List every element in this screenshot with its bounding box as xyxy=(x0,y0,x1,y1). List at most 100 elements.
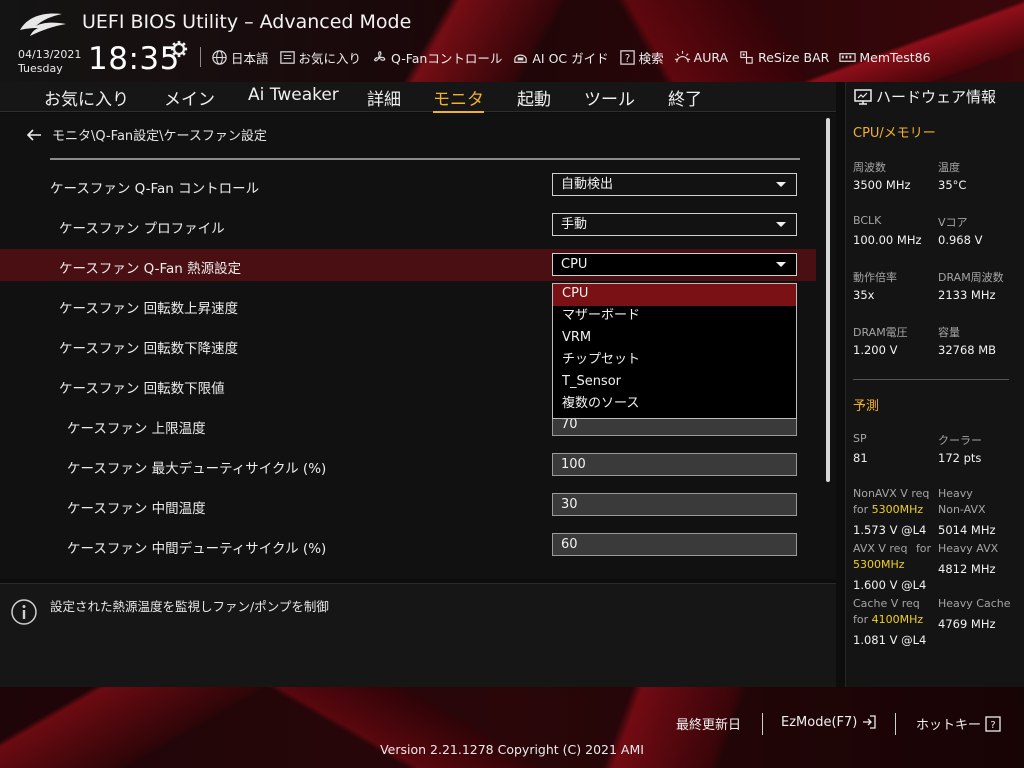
footer-bar: 最終更新日 EzMode(F7) ホットキー ? Version 2.21.12… xyxy=(0,687,1024,768)
fan-icon xyxy=(374,50,386,61)
setting-row-qfan-control[interactable]: ケースファン Q-Fan コントロール 自動検出 xyxy=(0,169,816,201)
hardware-monitor-title: ハードウェア情報 xyxy=(854,86,996,107)
settings-scrollbar[interactable] xyxy=(826,118,830,482)
sp-value: 81 xyxy=(853,451,868,465)
freq-label: 周波数 xyxy=(853,161,886,174)
help-panel: 設定された熱源温度を監視しファン/ポンプを制御 xyxy=(0,583,836,687)
dropdown-option-chipset[interactable]: チップセット xyxy=(553,350,796,372)
dropdown-option-cpu[interactable]: CPU xyxy=(553,284,796,306)
setting-label: ケースファン プロファイル xyxy=(59,221,225,237)
dram-volt-value: 1.200 V xyxy=(853,343,898,357)
cache-value: 1.081 V @L4 xyxy=(853,633,927,647)
setting-row-fan-profile[interactable]: ケースファン プロファイル 手動 xyxy=(0,209,816,241)
heavy-avx-label: Heavy AVX xyxy=(938,542,999,555)
setting-row-max-duty[interactable]: ケースファン 最大デューティサイクル (%) 100 xyxy=(0,449,816,481)
bclk-value: 100.00 MHz xyxy=(853,233,922,247)
nonavx-value: 1.573 V @L4 xyxy=(853,523,927,537)
day-text: Tuesday xyxy=(18,62,63,75)
setting-label: ケースファン 上限温度 xyxy=(67,421,206,437)
select-value: 自動検出 xyxy=(561,177,614,192)
tab-ai-tweaker[interactable]: Ai Tweaker xyxy=(248,85,339,105)
toolbar: 日本語 お気に入り Q-Fanコントロール AI OC ガイド ? 検索 AUR… xyxy=(200,44,941,70)
tab-boot[interactable]: 起動 xyxy=(517,85,551,110)
ezmode-button[interactable]: EzMode(F7) xyxy=(781,714,877,730)
version-text: Version 2.21.1278 Copyright (C) 2021 AMI xyxy=(380,742,644,757)
dropdown-option-t-sensor[interactable]: T_Sensor xyxy=(553,372,796,394)
capacity-label: 容量 xyxy=(938,326,960,339)
cache-freq: 4100MHz xyxy=(871,613,924,626)
resize-bar-icon xyxy=(740,50,753,64)
tab-main[interactable]: メイン xyxy=(164,85,215,110)
setting-row-middle-temp[interactable]: ケースファン 中間温度 30 xyxy=(0,489,816,521)
monitor-icon xyxy=(854,88,872,105)
setting-row-qfan-source[interactable]: ケースファン Q-Fan 熱源設定 CPU xyxy=(0,249,816,281)
dropdown-option-multiple-sources[interactable]: 複数のソース xyxy=(553,394,796,416)
qfan-source-select[interactable]: CPU xyxy=(552,253,797,276)
tab-monitor[interactable]: モニタ xyxy=(433,85,484,113)
qfan-control-select[interactable]: 自動検出 xyxy=(552,173,797,196)
freq-value: 3500 MHz xyxy=(853,178,911,192)
toolbar-language-button[interactable]: 日本語 xyxy=(211,48,269,67)
toolbar-ai-oc-button[interactable]: AI OC ガイド xyxy=(512,48,609,67)
clock-display: 18:35 xyxy=(88,41,180,77)
hardware-monitor-panel: ハードウェア情報 CPU/メモリー 周波数 温度 3500 MHz 35°C B… xyxy=(845,82,1024,687)
toolbar-search-button[interactable]: ? 検索 xyxy=(619,48,664,67)
toolbar-memtest-button[interactable]: MemTest86 xyxy=(839,49,931,66)
exit-to-ezmode-icon xyxy=(863,715,877,729)
tab-favorites[interactable]: お気に入り xyxy=(44,85,129,110)
globe-icon xyxy=(212,49,227,65)
temp-label: 温度 xyxy=(938,161,960,174)
setting-label: ケースファン 回転数下降速度 xyxy=(59,341,239,357)
cooler-value: 172 pts xyxy=(938,451,982,465)
breadcrumb-divider xyxy=(50,158,800,160)
toolbar-search-label: 検索 xyxy=(638,50,664,66)
info-icon xyxy=(11,599,37,625)
breadcrumb-path: モニタ\Q-Fan設定\ケースファン設定 xyxy=(52,129,267,144)
toolbar-qfan-button[interactable]: Q-Fanコントロール xyxy=(371,48,502,67)
footer-divider xyxy=(895,713,896,735)
avx-freq: 5300MHz xyxy=(853,558,905,571)
date-display: 04/13/2021 Tuesday xyxy=(18,48,81,76)
help-search-icon: ? xyxy=(619,49,635,64)
max-duty-input[interactable]: 100 xyxy=(552,453,797,476)
avx-req-line: AVX V req for xyxy=(853,542,931,555)
main-menu-tabs: お気に入り メイン Ai Tweaker 詳細 モニタ 起動 ツール 終了 xyxy=(0,82,836,113)
setting-label: ケースファン Q-Fan 熱源設定 xyxy=(59,261,242,277)
back-arrow-icon[interactable] xyxy=(26,128,42,142)
avx-value: 1.600 V @L4 xyxy=(853,578,927,592)
bclk-label: BCLK xyxy=(853,214,882,227)
tab-exit[interactable]: 終了 xyxy=(668,85,702,110)
date-text: 04/13/2021 xyxy=(18,48,82,61)
hotkeys-help-icon: ? xyxy=(985,715,1001,732)
select-value: CPU xyxy=(561,257,588,272)
svg-text:?: ? xyxy=(990,720,995,731)
middle-temp-input[interactable]: 30 xyxy=(552,493,797,516)
setting-row-middle-duty[interactable]: ケースファン 中間デューティサイクル (%) 60 xyxy=(0,529,816,561)
hotkeys-label: ホットキー xyxy=(916,718,982,733)
clock-settings-gear-icon[interactable] xyxy=(170,40,188,58)
toolbar-aura-button[interactable]: AURA xyxy=(674,49,728,66)
toolbar-favorites-button[interactable]: お気に入り xyxy=(279,48,361,67)
dropdown-option-vrm[interactable]: VRM xyxy=(553,328,796,350)
setting-label: ケースファン 回転数上昇速度 xyxy=(59,301,239,317)
heavy-cache-label: Heavy Cache xyxy=(938,597,1011,610)
ai-oc-icon xyxy=(514,54,528,63)
fan-profile-select[interactable]: 手動 xyxy=(552,213,797,236)
nonavx-for-line: for 5300MHz xyxy=(853,503,923,516)
settings-panel: モニタ\Q-Fan設定\ケースファン設定 ケースファン Q-Fan コントロール… xyxy=(0,113,836,579)
hotkeys-button[interactable]: ホットキー ? xyxy=(916,714,1001,733)
toolbar-qfan-label: Q-Fanコントロール xyxy=(391,50,503,66)
breadcrumb: モニタ\Q-Fan設定\ケースファン設定 xyxy=(26,125,267,144)
dropdown-option-motherboard[interactable]: マザーボード xyxy=(553,306,796,328)
setting-label: ケースファン 最大デューティサイクル (%) xyxy=(67,461,327,477)
middle-duty-input[interactable]: 60 xyxy=(552,533,797,556)
toolbar-resize-bar-button[interactable]: ReSize BAR xyxy=(738,49,829,66)
setting-label: ケースファン 中間デューティサイクル (%) xyxy=(67,541,327,557)
cpu-memory-section: CPU/メモリー xyxy=(853,126,936,141)
toolbar-language-label: 日本語 xyxy=(231,50,269,66)
nonavx-for-label: for xyxy=(853,503,869,516)
hardware-monitor-title-text: ハードウェア情報 xyxy=(876,88,997,106)
tab-tool[interactable]: ツール xyxy=(584,85,635,110)
tab-advanced[interactable]: 詳細 xyxy=(367,85,401,110)
last-modified-button[interactable]: 最終更新日 xyxy=(676,714,741,733)
